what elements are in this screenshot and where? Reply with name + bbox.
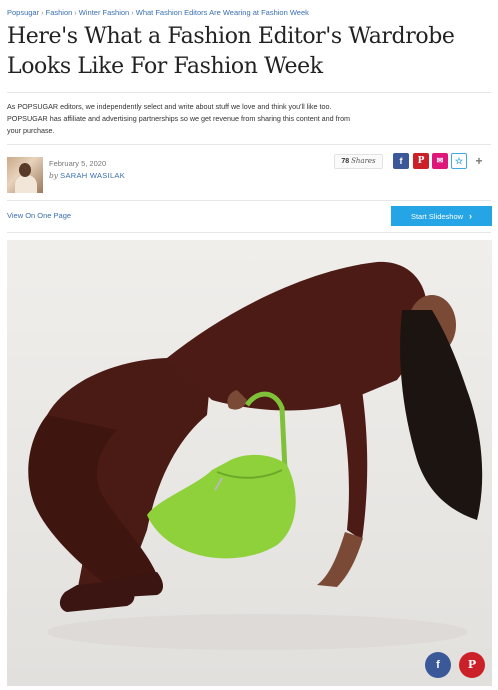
article-title: Here's What a Fashion Editor's Wardrobe …	[7, 24, 455, 79]
start-slideshow-button[interactable]: Start Slideshow ›	[391, 206, 492, 226]
divider	[7, 92, 491, 93]
star-icon: ☆	[454, 156, 464, 166]
share-count-label: Shares	[351, 157, 376, 165]
hero-image[interactable]	[7, 240, 492, 686]
facebook-share-button[interactable]: f	[393, 153, 409, 169]
share-count: 78 Shares	[334, 154, 383, 169]
facebook-icon: f	[436, 659, 440, 671]
publish-date: February 5, 2020	[49, 159, 107, 168]
mail-icon: ✉	[436, 156, 444, 165]
divider	[7, 144, 491, 145]
favorite-button[interactable]: ☆	[451, 153, 467, 169]
byline: February 5, 2020 by SARAH WASILAK 78 Sha…	[7, 153, 491, 193]
facebook-icon: f	[399, 156, 403, 166]
by-label: by	[49, 171, 59, 180]
divider	[7, 200, 491, 201]
share-count-number: 78	[341, 158, 350, 165]
author-link[interactable]: SARAH WASILAK	[60, 171, 125, 180]
plus-icon: +	[475, 154, 483, 168]
pinterest-icon: P	[417, 156, 425, 166]
pinterest-icon: P	[467, 658, 477, 671]
author-line: by SARAH WASILAK	[49, 171, 125, 180]
author-avatar[interactable]	[7, 157, 43, 193]
breadcrumb-item-current[interactable]: What Fashion Editors Are Wearing at Fash…	[136, 8, 309, 17]
pinterest-share-button[interactable]: P	[413, 153, 429, 169]
breadcrumb-item-winter-fashion[interactable]: Winter Fashion	[79, 8, 129, 17]
chevron-right-icon: ›	[469, 211, 473, 221]
divider	[7, 232, 491, 233]
floating-facebook-button[interactable]: f	[425, 652, 451, 678]
fashion-photo-icon	[28, 261, 483, 650]
floating-pinterest-button[interactable]: P	[459, 652, 485, 678]
email-share-button[interactable]: ✉	[432, 153, 448, 169]
breadcrumb-item-popsugar[interactable]: Popsugar	[7, 8, 39, 17]
view-on-one-page-link[interactable]: View On One Page	[7, 211, 71, 220]
start-slideshow-label: Start Slideshow	[410, 212, 464, 221]
breadcrumb: Popsugar › Fashion › Winter Fashion › What Fas…	[7, 8, 309, 17]
affiliate-disclosure: As POPSUGAR editors, we independently se…	[7, 102, 351, 135]
more-share-button[interactable]: +	[473, 153, 485, 169]
breadcrumb-item-fashion[interactable]: Fashion	[46, 8, 73, 17]
